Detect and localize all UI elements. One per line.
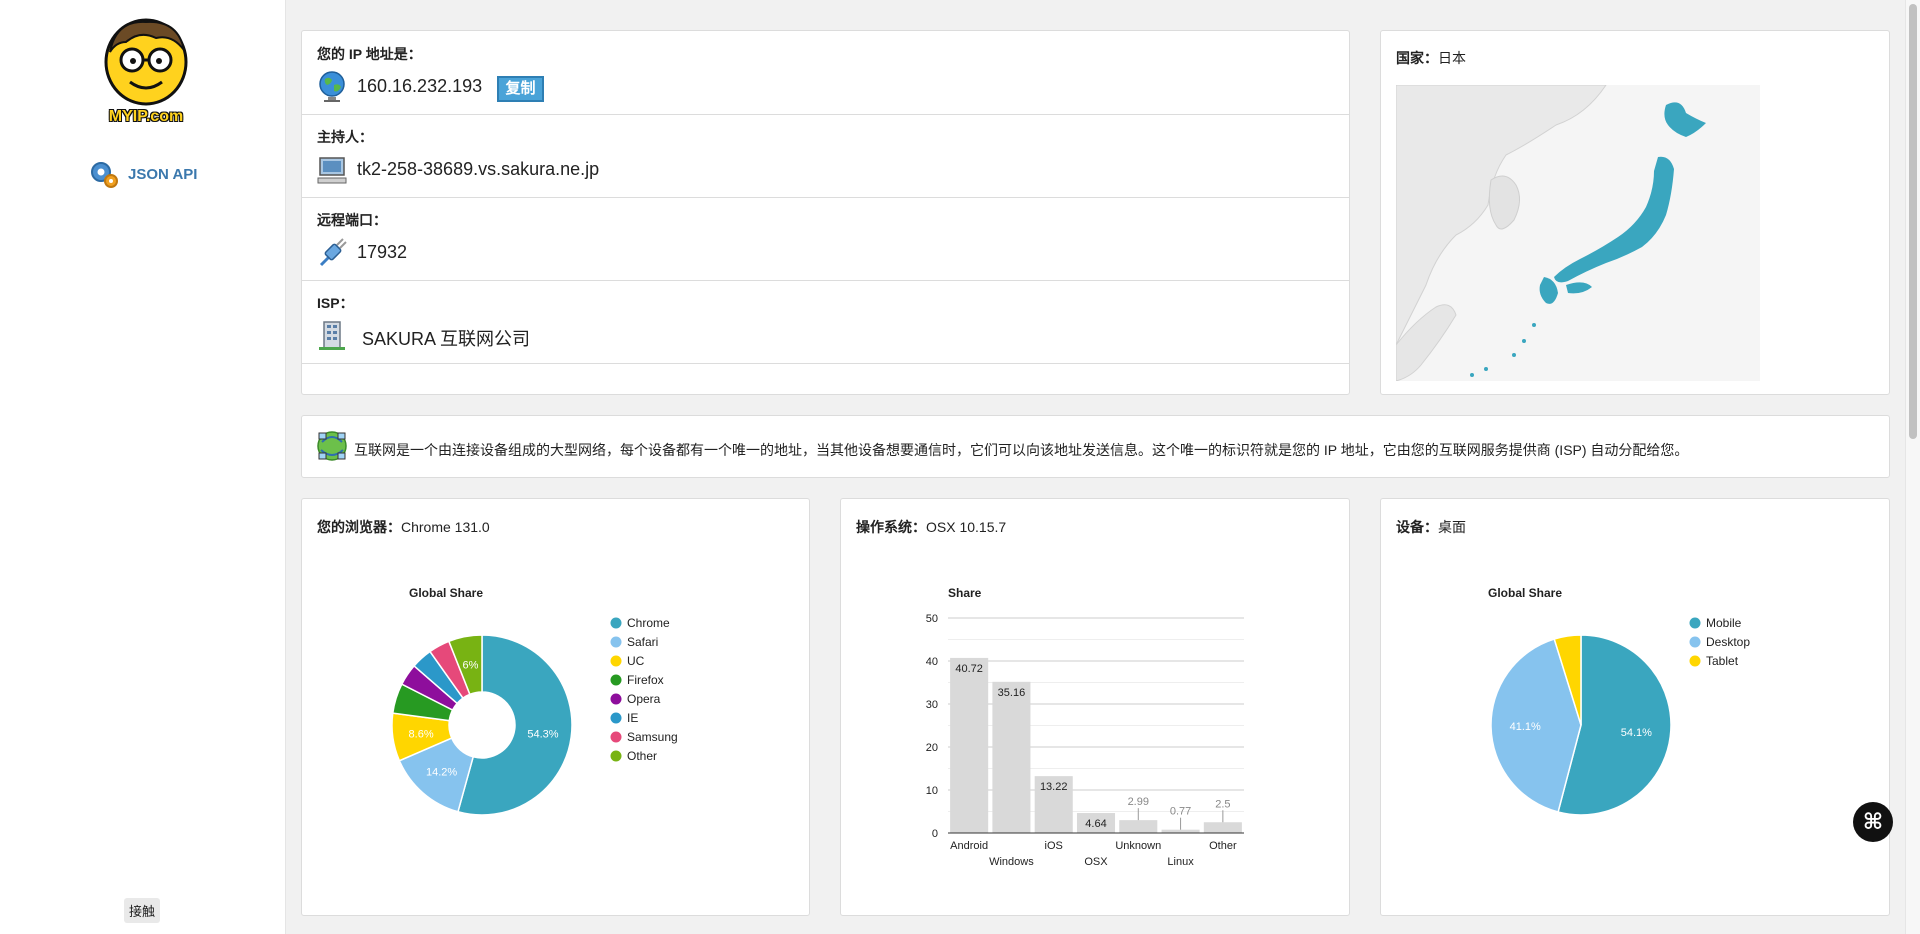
port-plug-icon	[319, 238, 347, 267]
legend-marker	[610, 750, 622, 762]
legend-marker	[610, 693, 622, 705]
os-share-chart: Share 0 10 20 30 40 50 40.72 Android 35.16 Windows…	[926, 586, 1244, 868]
host-row: 主持人： tk2-258-38689.vs.sakura.ne.jp	[302, 114, 1349, 198]
bar-other[interactable]	[1203, 822, 1242, 833]
ip-label: 您的 IP 地址是：	[317, 46, 422, 62]
legend-label-desktop: Desktop	[1706, 635, 1750, 649]
ip-value[interactable]: 160.16.232.193	[357, 76, 482, 97]
contact-button[interactable]: 接触	[124, 898, 161, 923]
legend-label-ie: IE	[627, 711, 638, 725]
myip-logo[interactable]: MYIP.com	[96, 12, 196, 132]
legend-marker	[610, 731, 622, 743]
legend-label-safari: Safari	[627, 635, 658, 649]
ip-info-panel: 您的 IP 地址是： 160.16.232.193 复制 主持人： tk2-25…	[301, 30, 1350, 395]
x-tick-label: Other	[1209, 840, 1237, 852]
ip-row: 您的 IP 地址是： 160.16.232.193 复制	[302, 31, 1349, 115]
country-value: 日本	[1438, 50, 1466, 66]
legend-label-mobile: Mobile	[1706, 616, 1742, 630]
port-label: 远程端口：	[317, 212, 387, 228]
slice-value-label: 54.3%	[527, 728, 558, 740]
chat-widget-button[interactable]: ⌘	[1853, 802, 1893, 842]
x-tick-label: OSX	[1084, 856, 1108, 868]
y-tick-label: 10	[926, 785, 938, 797]
bar-value-label: 40.72	[955, 663, 983, 675]
bar-value-label: 2.5	[1215, 798, 1230, 810]
host-value: tk2-258-38689.vs.sakura.ne.jp	[357, 159, 600, 179]
os-panel: 操作系统：OSX 10.15.7 Share 0 10 20 30 40 50 40.72 An…	[840, 498, 1350, 916]
slice-value-label: 54.1%	[1621, 727, 1652, 739]
legend-marker	[1689, 655, 1701, 667]
port-row: 远程端口： 17932	[302, 197, 1349, 281]
y-tick-label: 0	[932, 828, 938, 840]
device-panel: 设备：桌面 Global Share 54.1% 41.1% Mobile Deskto…	[1380, 498, 1890, 916]
legend-marker	[1689, 636, 1701, 648]
x-tick-label: Android	[950, 840, 988, 852]
y-tick-label: 20	[926, 742, 938, 754]
y-tick-label: 50	[926, 613, 938, 625]
legend-marker	[610, 655, 622, 667]
isp-row: ISP： SAKURA 互联网公司	[302, 280, 1349, 364]
bar-value-label: 4.64	[1085, 818, 1106, 830]
y-tick-label: 40	[926, 656, 938, 668]
bar-value-label: 35.16	[998, 687, 1026, 699]
gears-icon	[91, 162, 118, 188]
x-tick-label: iOS	[1045, 840, 1063, 852]
computer-icon	[317, 157, 347, 184]
legend-label-other: Other	[627, 749, 657, 763]
sidebar: MYIP.com JSON API 接触	[0, 0, 286, 934]
bar-value-label: 0.77	[1170, 806, 1191, 818]
slice-value-label: 6%	[463, 660, 479, 672]
legend-marker	[610, 712, 622, 724]
x-tick-label: Windows	[989, 856, 1034, 868]
country-label: 国家：	[1396, 50, 1438, 66]
legend-label-samsung: Samsung	[627, 730, 678, 744]
legend-label-uc: UC	[627, 654, 645, 668]
legend-label-firefox: Firefox	[627, 673, 664, 687]
chart-title: Global Share	[409, 586, 483, 600]
json-api-label: JSON API	[128, 165, 198, 183]
browser-panel: 您的浏览器：Chrome 131.0 Global Share 54.3% 14.2…	[301, 498, 810, 916]
legend-label-chrome: Chrome	[627, 616, 670, 630]
x-tick-label: Unknown	[1115, 840, 1161, 852]
legend-marker	[610, 617, 622, 629]
chat-logo-icon: ⌘	[1862, 809, 1884, 834]
x-tick-label: Linux	[1167, 856, 1194, 868]
legend-marker	[610, 674, 622, 686]
bar-value-label: 2.99	[1128, 796, 1149, 808]
scrollbar-thumb[interactable]	[1909, 4, 1917, 439]
slice-value-label: 14.2%	[426, 766, 457, 778]
bar-value-label: 13.22	[1040, 781, 1068, 793]
description-text: 互联网是一个由连接设备组成的大型网络，每个设备都有一个唯一的地址，当其他设备想要…	[354, 442, 1689, 458]
slice-value-label: 41.1%	[1510, 721, 1541, 733]
logo-text: MYIP.com	[108, 108, 184, 125]
host-label: 主持人：	[317, 129, 373, 145]
copy-ip-button[interactable]: 复制	[497, 76, 544, 102]
isp-label: ISP：	[317, 295, 354, 311]
bar-windows[interactable]	[992, 681, 1031, 833]
chart-title: Global Share	[1488, 586, 1562, 600]
bar-android[interactable]	[950, 657, 989, 833]
y-tick-label: 30	[926, 699, 938, 711]
country-panel: 国家：日本	[1380, 30, 1890, 395]
bar-unknown[interactable]	[1119, 820, 1158, 833]
globe-icon	[319, 71, 345, 102]
legend-label-tablet: Tablet	[1706, 654, 1739, 668]
building-icon	[319, 321, 345, 350]
browser-share-chart: Global Share 54.3% 14.2% 8.6% 6% Chrome Safari…	[391, 586, 678, 816]
legend-marker	[1689, 617, 1701, 629]
network-globe-icon	[317, 431, 347, 461]
chart-title: Share	[948, 586, 982, 600]
country-line: 国家：日本	[1396, 48, 1466, 68]
legend-label-opera: Opera	[627, 692, 661, 706]
isp-value: SAKURA 互联网公司	[362, 329, 531, 349]
device-share-chart: Global Share 54.1% 41.1% Mobile Desktop Table…	[1488, 586, 1750, 816]
slice-value-label: 8.6%	[409, 728, 434, 740]
json-api-link[interactable]: JSON API	[88, 158, 197, 190]
legend-marker	[610, 636, 622, 648]
description-panel: 互联网是一个由连接设备组成的大型网络，每个设备都有一个唯一的地址，当其他设备想要…	[301, 415, 1890, 478]
country-map[interactable]	[1396, 85, 1760, 381]
page-scrollbar[interactable]	[1905, 0, 1920, 934]
port-value: 17932	[357, 242, 408, 262]
